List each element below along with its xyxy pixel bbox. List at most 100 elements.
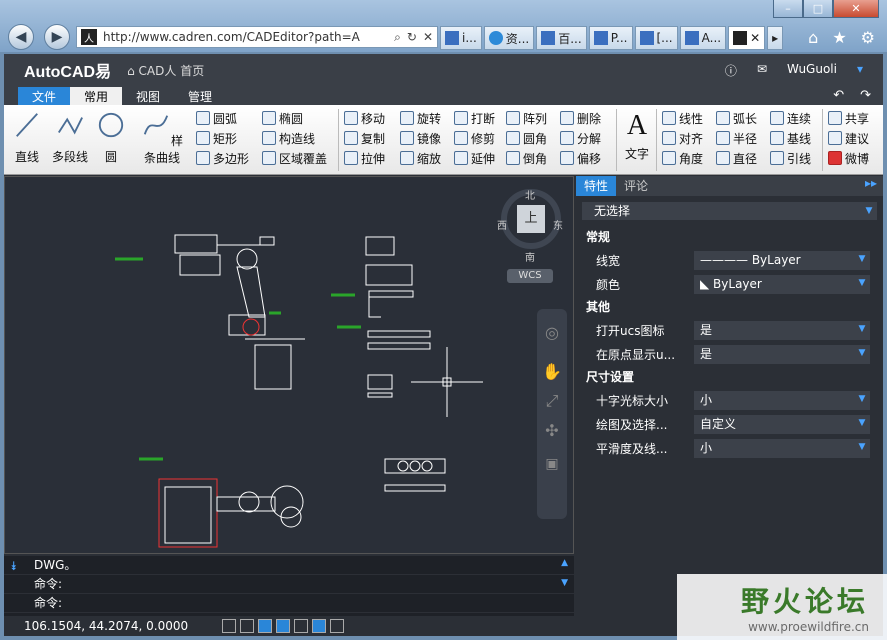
osnap-icon[interactable] bbox=[276, 619, 291, 633]
spline-button[interactable]: 样条曲线 bbox=[136, 109, 188, 166]
weibo-button[interactable]: 微博 bbox=[828, 149, 869, 167]
viewcube-face[interactable]: 上 bbox=[517, 205, 545, 233]
browser-tab[interactable]: P... bbox=[588, 26, 633, 50]
undo-icon[interactable]: ↶ bbox=[833, 88, 844, 103]
command-prompt[interactable]: 命令: bbox=[4, 594, 574, 613]
browser-tab[interactable]: i... bbox=[440, 26, 482, 50]
ucs-icon-select[interactable]: 是 ▼ bbox=[694, 320, 870, 340]
back-button[interactable]: ◀ bbox=[8, 24, 34, 50]
suggest-button[interactable]: 建议 bbox=[828, 129, 869, 147]
arc-button[interactable]: 圆弧 bbox=[196, 109, 237, 127]
array-button[interactable]: 阵列 bbox=[506, 109, 547, 127]
showmotion-icon[interactable]: ▣ bbox=[537, 456, 567, 472]
collapse-icon[interactable]: ⯯ bbox=[10, 559, 17, 574]
tab-manage[interactable]: 管理 bbox=[174, 87, 226, 105]
cursor-size-select[interactable]: 小 ▼ bbox=[694, 390, 870, 410]
copy-button[interactable]: 复制 bbox=[344, 129, 385, 147]
refresh-icon[interactable]: ↻ bbox=[407, 30, 417, 45]
wipeout-button[interactable]: 区域覆盖 bbox=[262, 149, 327, 167]
gear-icon[interactable]: ⚙ bbox=[861, 28, 875, 47]
steering-wheel-icon[interactable]: ◎ bbox=[537, 323, 567, 342]
zoom-extents-icon[interactable]: ⤢ bbox=[537, 391, 567, 411]
explode-button[interactable]: 分解 bbox=[560, 129, 601, 147]
break-button[interactable]: 打断 bbox=[454, 109, 495, 127]
fillet-button[interactable]: 圆角 bbox=[506, 129, 547, 147]
dim-baseline-button[interactable]: 基线 bbox=[770, 129, 811, 147]
address-text[interactable]: http://www.cadren.com/CADEditor?path=A bbox=[103, 30, 360, 44]
dim-radius-button[interactable]: 半径 bbox=[716, 129, 757, 147]
rotate-button[interactable]: 旋转 bbox=[400, 109, 441, 127]
new-tab-button[interactable]: ▸ bbox=[767, 26, 784, 50]
close-button[interactable]: ✕ bbox=[833, 0, 879, 18]
drawing-canvas[interactable]: 上 北 南 东 西 WCS ◎ ✋ ⤢ ✣ ▣ bbox=[4, 176, 574, 554]
extend-button[interactable]: 延伸 bbox=[454, 149, 495, 167]
dim-continue-button[interactable]: 连续 bbox=[770, 109, 811, 127]
home-icon[interactable]: ⌂ bbox=[808, 28, 818, 47]
scroll-up-icon[interactable]: ▲ bbox=[561, 558, 568, 568]
circle-button[interactable]: 圆 bbox=[96, 109, 126, 165]
forward-button[interactable]: ▶ bbox=[44, 24, 70, 50]
otrack-icon[interactable] bbox=[312, 619, 327, 633]
ortho-icon[interactable] bbox=[258, 619, 273, 633]
browser-tab[interactable]: 百... bbox=[536, 26, 587, 50]
polar-icon[interactable] bbox=[294, 619, 309, 633]
command-window[interactable]: DWG。 命令: 命令: ⯯ ▲ ▼ bbox=[4, 556, 574, 616]
tab-properties[interactable]: 特性 bbox=[576, 176, 617, 196]
tab-comments[interactable]: 评论 bbox=[616, 176, 656, 196]
scale-button[interactable]: 缩放 bbox=[400, 149, 441, 167]
dim-aligned-button[interactable]: 对齐 bbox=[662, 129, 703, 147]
share-button[interactable]: 共享 bbox=[828, 109, 869, 127]
dim-arc-button[interactable]: 弧长 bbox=[716, 109, 757, 127]
wcs-menu[interactable]: WCS bbox=[507, 269, 553, 283]
color-select[interactable]: ◣ ByLayer ▼ bbox=[694, 274, 870, 294]
move-button[interactable]: 移动 bbox=[344, 109, 385, 127]
ellipse-button[interactable]: 椭圆 bbox=[262, 109, 303, 127]
search-icon[interactable]: ⌕ bbox=[394, 30, 401, 45]
construction-line-button[interactable]: 构造线 bbox=[262, 129, 315, 147]
browser-tab[interactable]: 资... bbox=[483, 26, 535, 50]
trim-button[interactable]: 修剪 bbox=[454, 129, 495, 147]
snap-icon[interactable] bbox=[240, 619, 255, 633]
info-icon[interactable]: ⓘ bbox=[725, 62, 737, 79]
navigation-bar[interactable]: ◎ ✋ ⤢ ✣ ▣ bbox=[537, 309, 567, 519]
line-button[interactable]: 直线 bbox=[12, 109, 42, 165]
polygon-button[interactable]: 多边形 bbox=[196, 149, 249, 167]
scroll-down-icon[interactable]: ▼ bbox=[561, 578, 568, 588]
star-icon[interactable]: ★ bbox=[832, 28, 846, 47]
tab-file[interactable]: 文件 bbox=[18, 87, 71, 105]
browser-tab[interactable]: [... bbox=[634, 26, 678, 50]
orbit-icon[interactable]: ✣ bbox=[537, 421, 567, 440]
browser-tab[interactable]: A... bbox=[679, 26, 727, 50]
chevron-down-icon[interactable]: ▾ bbox=[857, 62, 863, 79]
minimize-button[interactable]: – bbox=[773, 0, 803, 18]
close-icon[interactable]: ✕ bbox=[423, 30, 433, 45]
pan-hand-icon[interactable]: ✋ bbox=[537, 362, 567, 381]
tab-view[interactable]: 视图 bbox=[122, 87, 174, 105]
erase-button[interactable]: 删除 bbox=[560, 109, 601, 127]
maximize-button[interactable]: □ bbox=[803, 0, 833, 18]
collapse-panel-icon[interactable]: ▸▸ bbox=[865, 176, 883, 196]
redo-icon[interactable]: ↷ bbox=[860, 88, 871, 103]
grid-icon[interactable] bbox=[222, 619, 237, 633]
browser-tab-active[interactable]: ✕ bbox=[728, 26, 766, 50]
dim-diameter-button[interactable]: 直径 bbox=[716, 149, 757, 167]
stretch-button[interactable]: 拉伸 bbox=[344, 149, 385, 167]
selection-dropdown[interactable]: 无选择 ▼ bbox=[582, 202, 877, 220]
drawing-selection-select[interactable]: 自定义 ▼ bbox=[694, 414, 870, 434]
text-button[interactable]: A 文字 bbox=[622, 109, 652, 162]
dim-angular-button[interactable]: 角度 bbox=[662, 149, 703, 167]
mirror-button[interactable]: 镜像 bbox=[400, 129, 441, 147]
dim-linear-button[interactable]: 线性 bbox=[662, 109, 703, 127]
home-link[interactable]: ⌂ CAD人 首页 bbox=[127, 62, 204, 79]
tab-home[interactable]: 常用 bbox=[70, 87, 123, 105]
mail-icon[interactable]: ✉ bbox=[757, 62, 767, 79]
address-bar[interactable]: 人 http://www.cadren.com/CADEditor?path=A… bbox=[76, 26, 438, 48]
close-tab-icon[interactable]: ✕ bbox=[750, 31, 760, 45]
lineweight-select[interactable]: ———— ByLayer ▼ bbox=[694, 250, 870, 270]
polyline-button[interactable]: 多段线 bbox=[50, 109, 90, 165]
rectangle-button[interactable]: 矩形 bbox=[196, 129, 237, 147]
username[interactable]: WuGuoli bbox=[787, 62, 837, 79]
smoothness-select[interactable]: 小 ▼ bbox=[694, 438, 870, 458]
chamfer-button[interactable]: 倒角 bbox=[506, 149, 547, 167]
leader-button[interactable]: 引线 bbox=[770, 149, 811, 167]
